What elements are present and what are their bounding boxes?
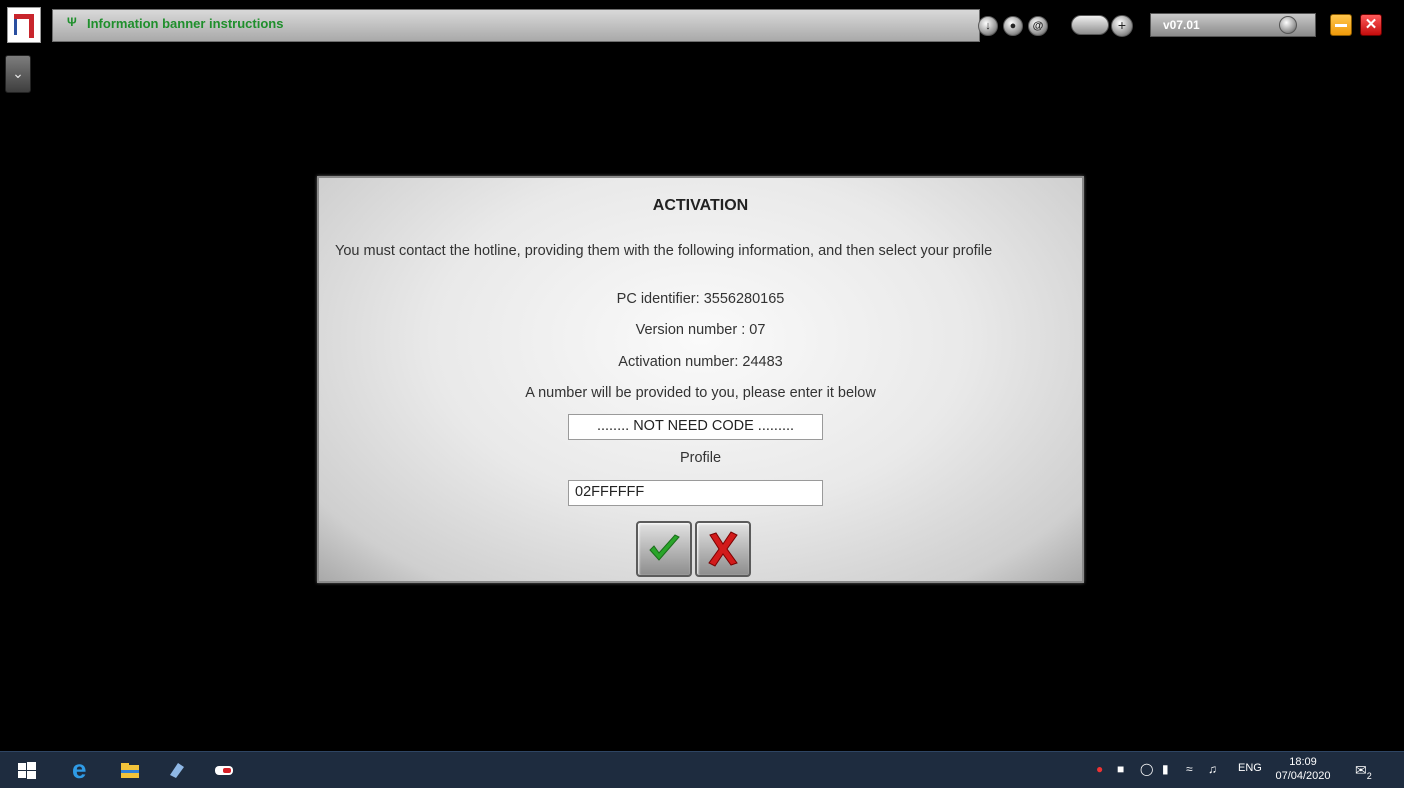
store-icon[interactable] bbox=[166, 759, 188, 781]
dialog-message: You must contact the hotline, providing … bbox=[335, 243, 993, 259]
windows-start-icon[interactable] bbox=[16, 759, 38, 781]
volume-icon[interactable]: ♫ bbox=[1208, 762, 1217, 776]
version-label: v07.01 bbox=[1163, 18, 1200, 32]
security-alert-icon[interactable]: ● bbox=[1096, 762, 1103, 776]
cancel-button[interactable] bbox=[695, 521, 751, 577]
dialog-title: ACTIVATION bbox=[652, 197, 749, 214]
info-banner-icon: Ψ bbox=[67, 15, 77, 29]
notification-count: 2 bbox=[1366, 770, 1372, 781]
file-explorer-icon[interactable] bbox=[119, 759, 141, 781]
confirm-button[interactable] bbox=[636, 521, 692, 577]
language-indicator[interactable]: ENG bbox=[1238, 762, 1262, 774]
user-icon[interactable]: ● bbox=[1003, 16, 1023, 36]
pc-identifier: PC identifier: 3556280165 bbox=[616, 291, 785, 307]
at-icon[interactable]: @ bbox=[1028, 16, 1048, 36]
instruction-text: A number will be provided to you, please… bbox=[525, 385, 876, 401]
download-icon[interactable]: ↓ bbox=[978, 16, 998, 36]
clock-icon[interactable] bbox=[1279, 16, 1297, 34]
diagnostic-app-icon[interactable] bbox=[213, 759, 235, 781]
top-bar: Ψ Information banner instructions ↓ ● @ … bbox=[0, 0, 1404, 50]
close-button[interactable]: ✕ bbox=[1360, 14, 1382, 36]
minimize-button[interactable] bbox=[1330, 14, 1352, 36]
plus-icon[interactable]: + bbox=[1111, 15, 1133, 37]
version-number: Version number : 07 bbox=[635, 322, 766, 338]
taskbar: e ● ■ ◯ ▮ ≈ ♫ ENG 18:09 07/04/2020 ✉2 bbox=[0, 751, 1404, 788]
checkmark-icon bbox=[649, 534, 680, 561]
version-box: v07.01 bbox=[1150, 13, 1316, 37]
activation-dialog: ACTIVATION You must contact the hotline,… bbox=[317, 176, 1084, 583]
app-logo[interactable] bbox=[7, 7, 41, 43]
system-clock[interactable]: 18:09 07/04/2020 bbox=[1268, 755, 1338, 783]
clock-date: 07/04/2020 bbox=[1275, 770, 1331, 782]
information-banner-text: Information banner instructions bbox=[87, 16, 284, 31]
wifi-icon[interactable]: ≈ bbox=[1186, 762, 1193, 776]
battery-indicator-icon bbox=[1071, 15, 1109, 35]
information-banner[interactable]: Ψ Information banner instructions bbox=[52, 9, 980, 42]
battery-icon[interactable]: ▮ bbox=[1162, 762, 1169, 776]
network-icon[interactable]: ◯ bbox=[1140, 762, 1153, 776]
shield-icon[interactable]: ■ bbox=[1117, 762, 1124, 776]
activation-number: Activation number: 24483 bbox=[618, 354, 783, 370]
chevron-down-icon[interactable]: ⌄ bbox=[5, 55, 31, 93]
edge-icon[interactable]: e bbox=[72, 756, 94, 782]
profile-label: Profile bbox=[679, 450, 722, 466]
profile-input[interactable]: 02FFFFFF bbox=[568, 480, 823, 506]
code-input[interactable]: ........ NOT NEED CODE ......... bbox=[568, 414, 823, 440]
notification-center-icon[interactable]: ✉2 bbox=[1355, 762, 1372, 781]
clock-time: 18:09 bbox=[1289, 756, 1317, 768]
cross-icon bbox=[708, 531, 738, 567]
